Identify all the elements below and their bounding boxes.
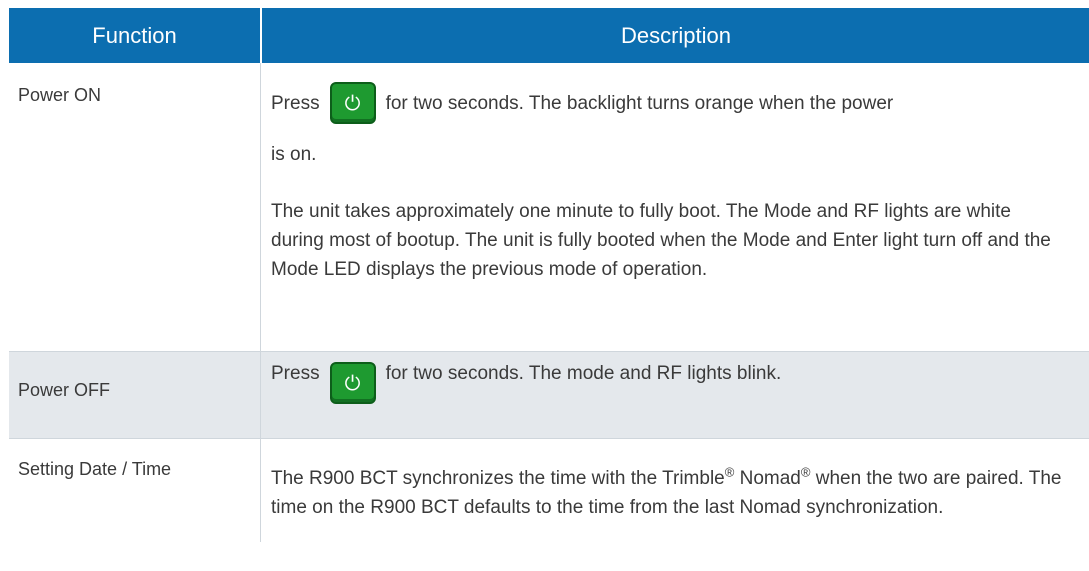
registered-mark: ® xyxy=(800,464,811,480)
description-cell: Press ⏻ for two seconds. The backlight t… xyxy=(261,63,1089,351)
description-text: for two seconds. The mode and RF lights … xyxy=(385,363,782,384)
function-cell: Setting Date / Time xyxy=(9,439,261,542)
header-function: Function xyxy=(9,8,262,63)
description-text: Nomad xyxy=(734,468,801,489)
description-cell: Press ⏻ for two seconds. The mode and RF… xyxy=(261,352,1089,438)
table-row: Power ON Press ⏻ for two seconds. The ba… xyxy=(9,63,1089,352)
press-text: Press xyxy=(271,363,320,384)
function-cell: Power ON xyxy=(9,63,261,351)
description-text: is on. xyxy=(271,144,317,165)
function-table: Function Description Power ON Press ⏻ fo… xyxy=(9,8,1089,542)
description-paragraph: The unit takes approximately one minute … xyxy=(271,201,1051,280)
function-cell: Power OFF xyxy=(9,352,261,438)
table-row: Power OFF Press ⏻ for two seconds. The m… xyxy=(9,352,1089,439)
description-cell: The R900 BCT synchronizes the time with … xyxy=(261,439,1089,542)
table-header: Function Description xyxy=(9,8,1089,63)
description-text: The R900 BCT synchronizes the time with … xyxy=(271,468,725,489)
power-icon: ⏻ xyxy=(329,362,376,404)
description-text: for two seconds. The backlight turns ora… xyxy=(385,92,894,114)
header-description: Description xyxy=(620,22,732,48)
power-icon: ⏻ xyxy=(329,82,376,124)
registered-mark: ® xyxy=(724,464,735,480)
press-text: Press xyxy=(271,92,320,114)
table-row: Setting Date / Time The R900 BCT synchro… xyxy=(9,439,1089,542)
